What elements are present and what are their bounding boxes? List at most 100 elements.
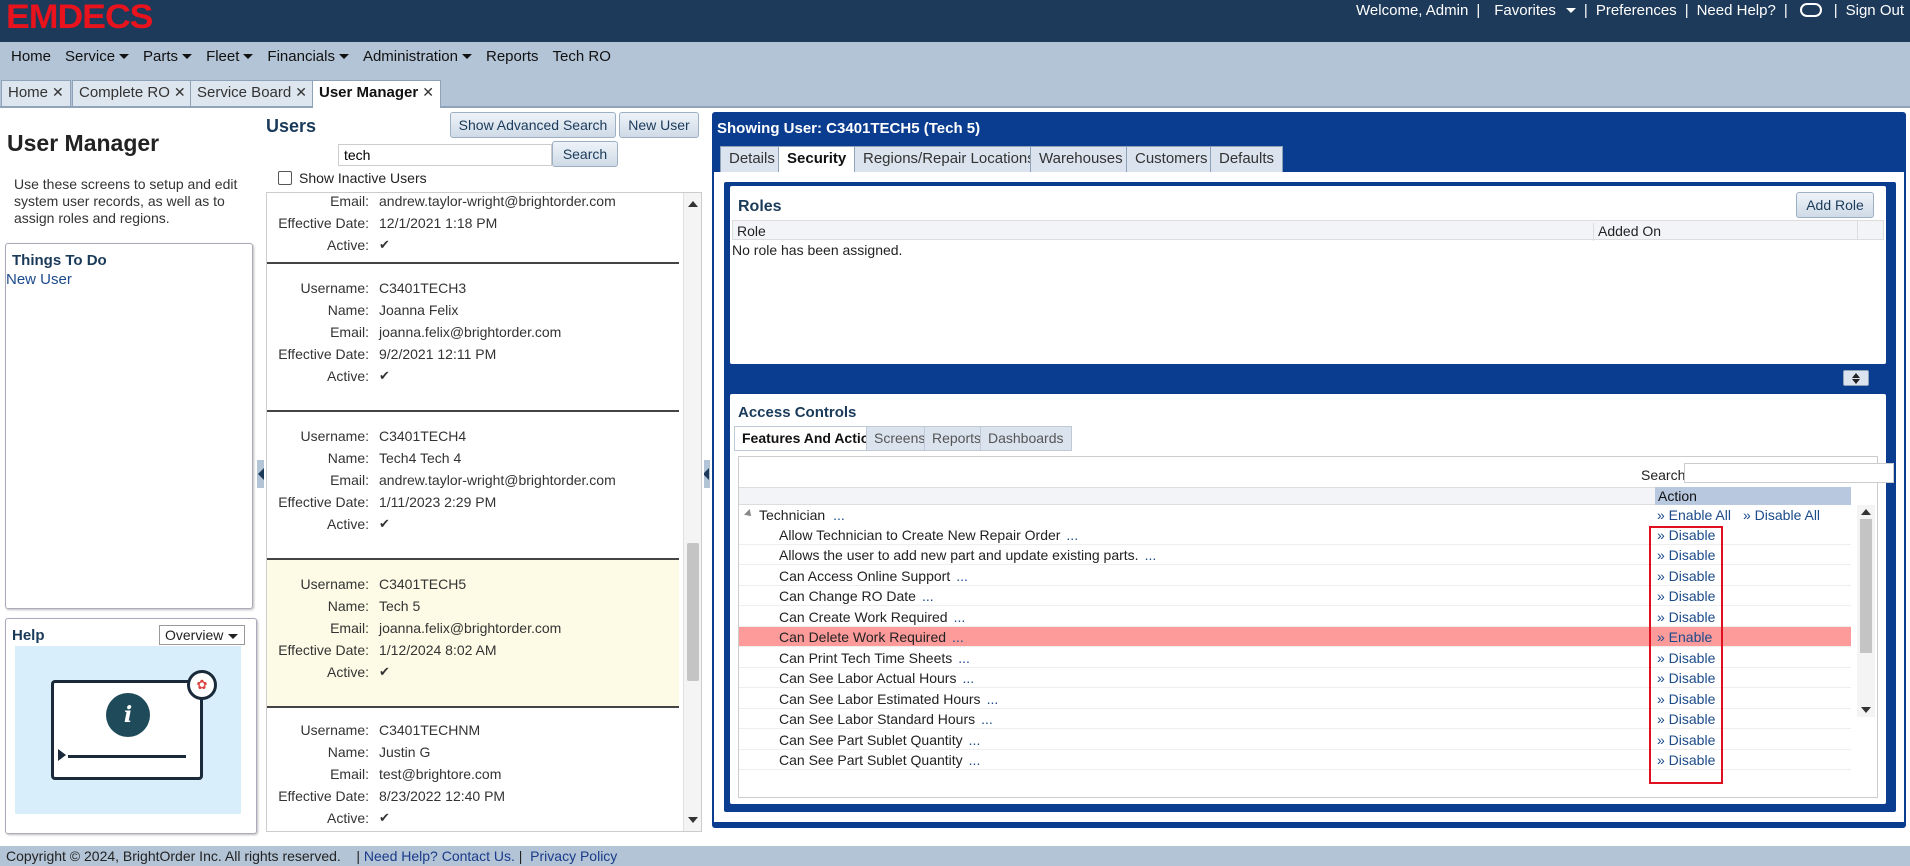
search-button[interactable]: Search	[552, 141, 618, 167]
user-email: andrew.taylor-wright@brightorder.com	[379, 472, 616, 488]
access-controls-title: Access Controls	[738, 404, 857, 421]
user-detail-panel: Showing User: C3401TECH5 (Tech 5) Detail…	[712, 112, 1906, 828]
menu-home[interactable]: Home	[4, 48, 58, 65]
chevron-down-icon	[228, 634, 238, 639]
tab-security[interactable]: Security	[778, 146, 856, 174]
checkmark-icon: ✔	[379, 516, 390, 531]
help-topic-select[interactable]: Overview	[159, 625, 245, 645]
enable-all-link[interactable]: » Enable All	[1657, 507, 1731, 523]
user-email: joanna.felix@brightorder.com	[379, 324, 562, 340]
new-user-link[interactable]: New User	[6, 271, 72, 288]
menu-financials[interactable]: Financials	[260, 48, 356, 65]
user-effective-date: 12/1/2021 1:18 PM	[379, 215, 498, 231]
add-role-button[interactable]: Add Role	[1796, 192, 1874, 218]
features-scrollbar[interactable]	[1857, 505, 1875, 717]
menu-tech-ro[interactable]: Tech RO	[546, 48, 618, 65]
scroll-down-icon[interactable]	[1861, 707, 1871, 713]
chevron-down-icon	[119, 54, 130, 60]
user-card[interactable]: Username: C3401TECH3 Name: Joanna Felix Em…	[267, 264, 679, 412]
menu-service[interactable]: Service	[58, 48, 136, 65]
user-effective-date: 1/12/2024 8:02 AM	[379, 642, 497, 658]
user-card-selected[interactable]: Username: C3401TECH5 Name: Tech 5 Email: jo…	[267, 560, 679, 708]
user-name: Justin G	[379, 744, 431, 760]
checkmark-icon: ✔	[379, 810, 390, 825]
need-help-link[interactable]: Need Help?	[1691, 2, 1782, 19]
close-icon[interactable]: ✕	[422, 84, 434, 100]
user-card[interactable]: Username: C3401TECHNM Name: Justin G Email…	[267, 708, 679, 831]
user-email: andrew.taylor-wright@brightorder.com	[379, 193, 616, 209]
chevron-down-icon	[1565, 8, 1576, 14]
col-added-on[interactable]: Added On	[1593, 223, 1661, 241]
main-menu: Home Service Parts Fleet Financials Admi…	[0, 42, 1910, 70]
user-email: test@brightore.com	[379, 766, 502, 782]
col-role[interactable]: Role	[737, 223, 766, 239]
tab-defaults[interactable]: Defaults	[1210, 146, 1284, 172]
col-divider	[1857, 221, 1858, 239]
help-panel: Help Overview i ✿	[5, 618, 257, 834]
user-card[interactable]: Username: C3401TECH4 Name: Tech4 Tech 4 Em…	[267, 412, 679, 560]
user-effective-date: 1/11/2023 2:29 PM	[379, 494, 497, 510]
new-user-button[interactable]: New User	[619, 112, 699, 138]
access-search-label: Search:	[1641, 467, 1690, 483]
users-panel: Users Show Advanced Search New User Sear…	[264, 110, 704, 840]
things-to-do-title: Things To Do	[12, 252, 107, 269]
tab-dashboards[interactable]: Dashboards	[980, 426, 1072, 451]
tab-service-board[interactable]: Service Board ✕	[190, 80, 314, 106]
user-list-scrollbar[interactable]	[683, 193, 701, 831]
preferences-link[interactable]: Preferences	[1590, 2, 1683, 19]
scroll-down-icon[interactable]	[688, 817, 698, 823]
user-card[interactable]: Email: andrew.taylor-wright@brightorder.c…	[267, 193, 679, 264]
user-search-input[interactable]	[338, 144, 552, 166]
menu-fleet[interactable]: Fleet	[199, 48, 260, 65]
left-sidebar: User Manager Use these screens to setup …	[0, 110, 258, 840]
technician-group-row[interactable]: Technician... » Enable All » Disable All	[739, 505, 1851, 525]
help-video-thumbnail[interactable]: i ✿	[15, 646, 241, 814]
privacy-policy-link[interactable]: Privacy Policy	[530, 848, 617, 864]
chevron-up-icon	[1852, 373, 1860, 378]
user-username: C3401TECHNM	[379, 722, 481, 738]
progress-bar	[68, 755, 186, 758]
menu-administration[interactable]: Administration	[356, 48, 479, 65]
show-advanced-search-button[interactable]: Show Advanced Search	[450, 112, 616, 138]
tab-details[interactable]: Details	[720, 146, 784, 172]
contact-us-link[interactable]: Need Help? Contact Us.	[364, 848, 515, 864]
scroll-up-icon[interactable]	[1861, 509, 1871, 515]
top-links: Welcome, Admin | Favorites | Preferences | …	[1350, 0, 1910, 20]
user-username: C3401TECH5	[379, 576, 467, 592]
security-tab-content: Roles Add Role Role Added On No role has…	[714, 172, 1904, 822]
checkmark-icon: ✔	[379, 237, 390, 252]
expand-triangle-icon[interactable]	[744, 509, 754, 519]
access-search-input[interactable]	[1684, 463, 1894, 483]
video-icon: i	[51, 680, 203, 780]
close-icon[interactable]: ✕	[174, 84, 186, 100]
users-title: Users	[266, 116, 317, 136]
tab-user-manager[interactable]: User Manager ✕	[312, 80, 441, 108]
sign-out-link[interactable]: Sign Out	[1840, 2, 1910, 19]
tab-warehouses[interactable]: Warehouses	[1030, 146, 1132, 172]
checkmark-icon: ✔	[379, 368, 390, 383]
chat-icon[interactable]	[1799, 3, 1822, 17]
top-bar: EMDECS Welcome, Admin | Favorites | Prefer…	[0, 0, 1910, 42]
menu-parts[interactable]: Parts	[136, 48, 199, 65]
close-icon[interactable]: ✕	[52, 84, 64, 100]
close-icon[interactable]: ✕	[295, 84, 307, 100]
tab-complete-ro[interactable]: Complete RO ✕	[72, 80, 193, 106]
show-inactive-checkbox[interactable]	[278, 171, 292, 185]
things-to-do-panel: Things To Do New User	[5, 243, 253, 609]
group-label: Technician...	[759, 507, 845, 523]
tab-customers[interactable]: Customers	[1126, 146, 1217, 172]
disable-all-link[interactable]: » Disable All	[1743, 507, 1820, 523]
user-effective-date: 8/23/2022 12:40 PM	[379, 788, 506, 804]
action-column-highlight	[1649, 526, 1723, 784]
panel-resize-handle[interactable]	[1843, 370, 1869, 386]
scroll-up-icon[interactable]	[688, 201, 698, 207]
scrollbar-thumb[interactable]	[1860, 519, 1872, 653]
chevron-down-icon	[338, 54, 349, 60]
menu-reports[interactable]: Reports	[479, 48, 546, 65]
tab-home[interactable]: Home ✕	[1, 80, 71, 106]
emdecs-logo[interactable]: EMDECS	[6, 0, 153, 34]
roles-panel: Roles Add Role Role Added On No role has…	[730, 186, 1886, 364]
tab-regions-repair-locations[interactable]: Regions/Repair Locations	[854, 146, 1044, 172]
favorites-menu[interactable]: Favorites	[1482, 2, 1582, 19]
scrollbar-thumb[interactable]	[687, 543, 699, 681]
